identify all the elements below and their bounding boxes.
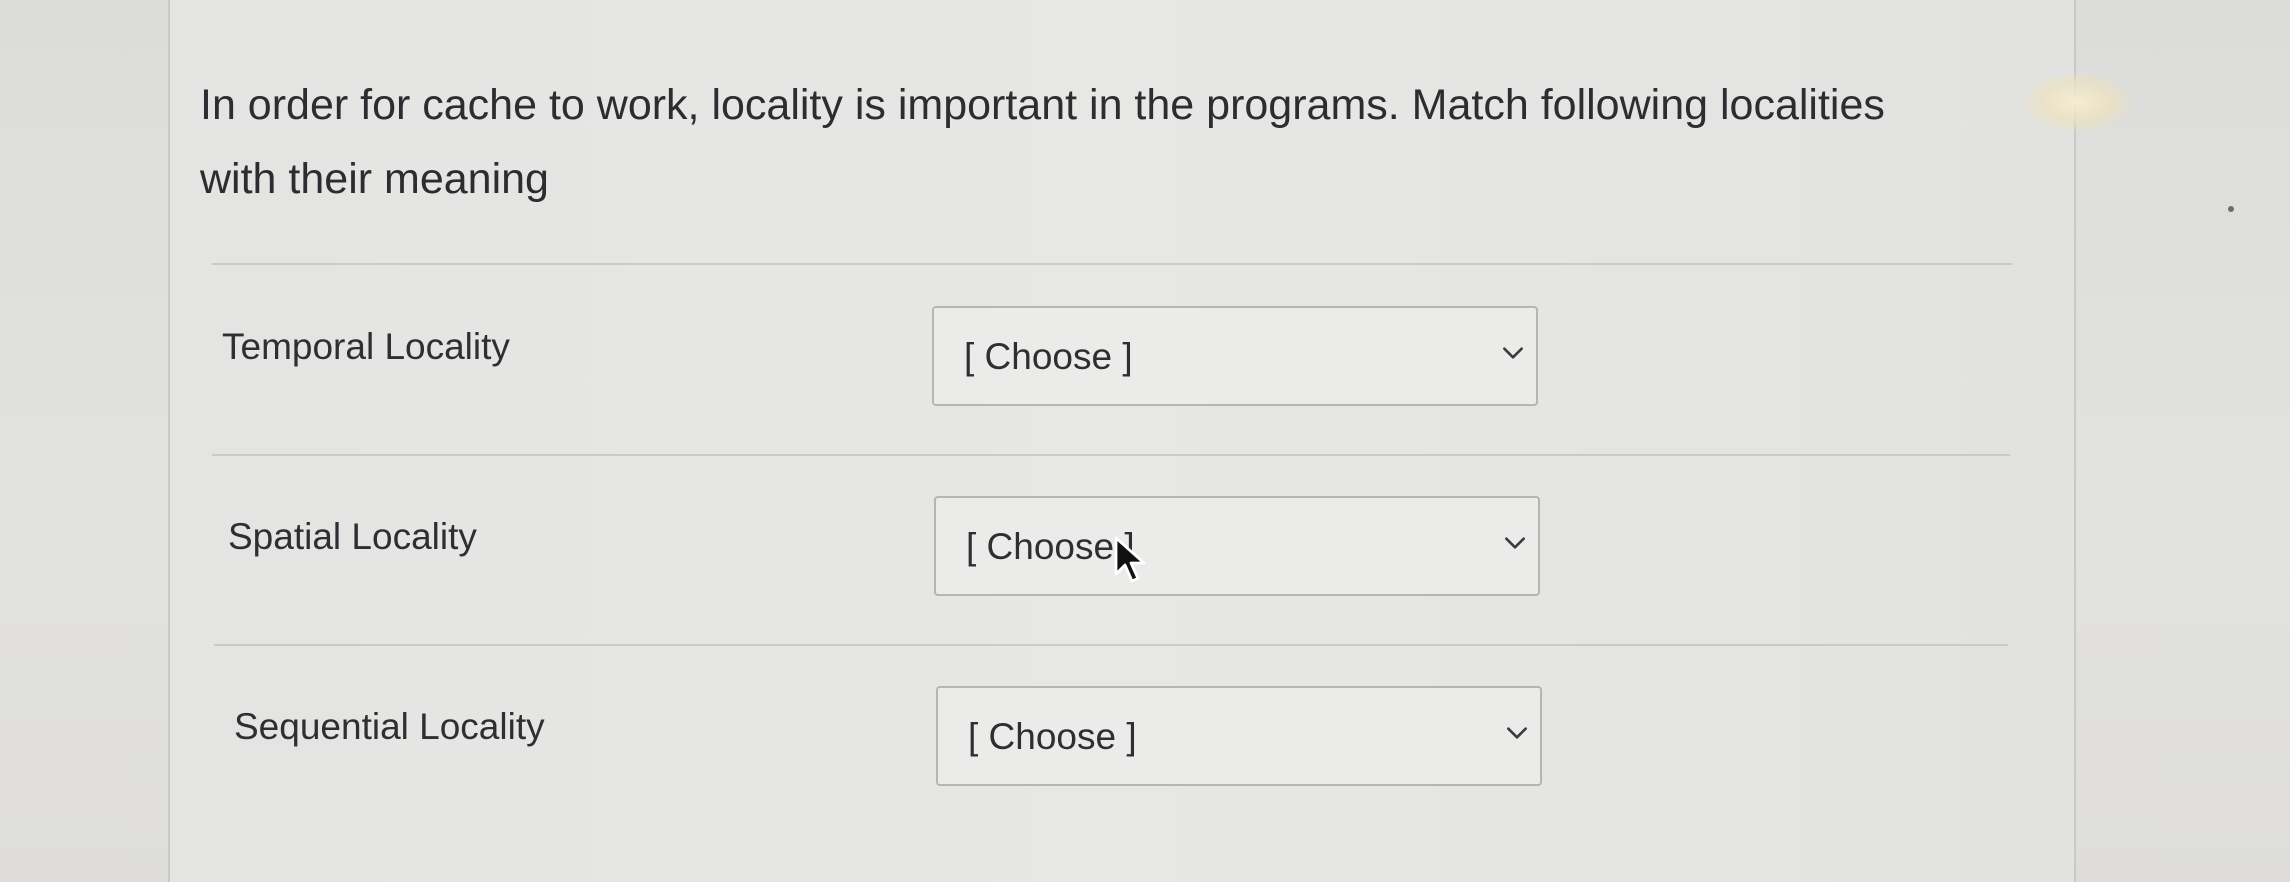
sequential-locality-select[interactable]: [ Choose ] (936, 686, 1542, 786)
question-text: In order for cache to work, locality is … (200, 68, 2000, 216)
divider-2 (214, 644, 2008, 646)
dust-speck (2228, 206, 2234, 212)
spatial-locality-select-value: [ Choose ] (966, 526, 1135, 567)
divider-top (212, 263, 2012, 265)
light-glare (2022, 72, 2132, 132)
temporal-locality-select[interactable]: [ Choose ] (932, 306, 1538, 406)
temporal-locality-select-value: [ Choose ] (964, 336, 1133, 377)
spatial-locality-select[interactable]: [ Choose ] (934, 496, 1540, 596)
sequential-locality-label: Sequential Locality (234, 706, 545, 747)
mouse-cursor-icon (1114, 536, 1146, 583)
chevron-down-icon (1503, 347, 1523, 359)
question-line-2: with their meaning (200, 155, 549, 203)
spatial-locality-label: Spatial Locality (228, 516, 477, 557)
sequential-locality-select-value: [ Choose ] (968, 716, 1137, 757)
divider-1 (212, 454, 2010, 456)
chevron-down-icon (1505, 537, 1525, 549)
chevron-down-icon (1507, 727, 1527, 739)
temporal-locality-label: Temporal Locality (222, 326, 510, 367)
question-line-1: In order for cache to work, locality is … (200, 81, 1885, 129)
